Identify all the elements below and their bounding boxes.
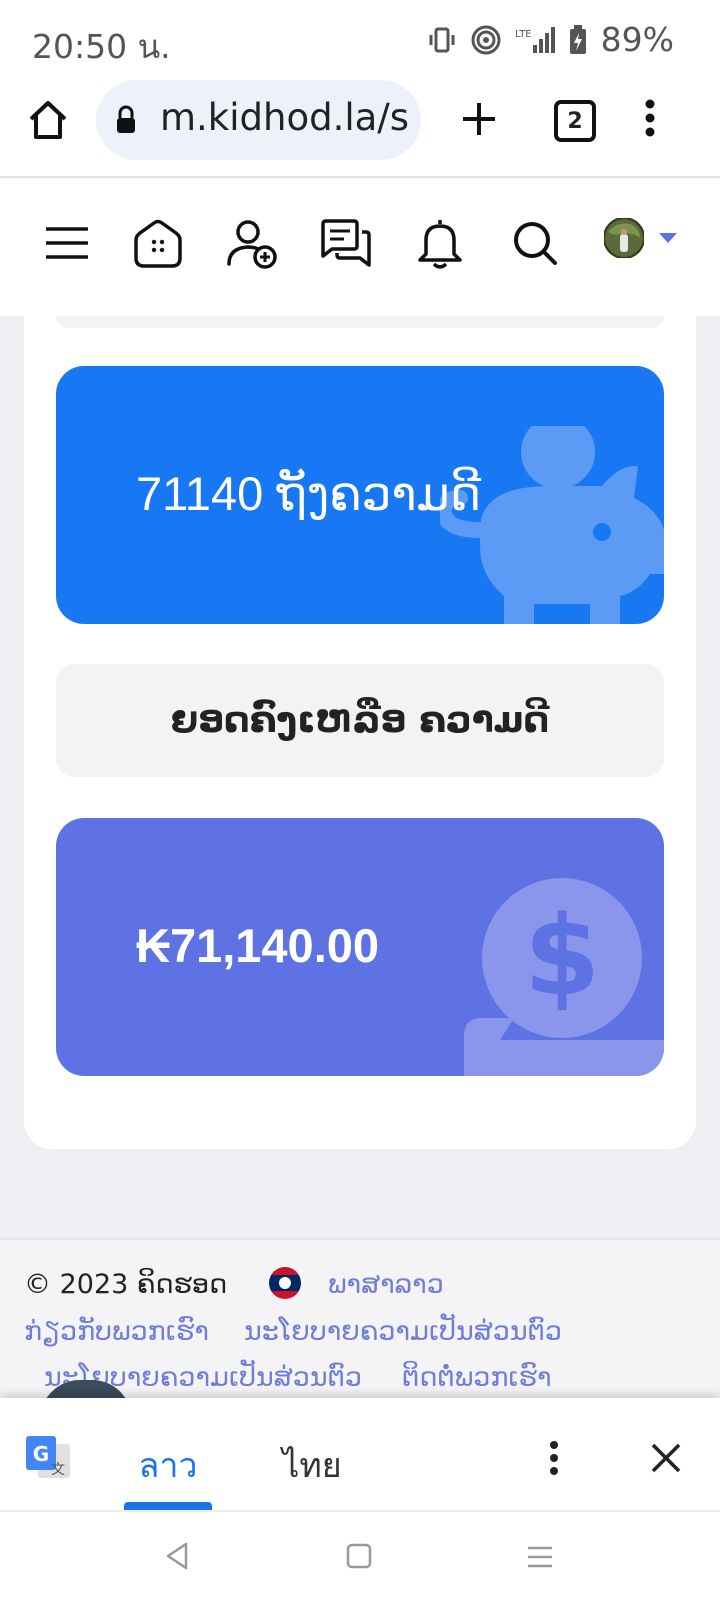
points-label: 71140 ຖັງຄວາມດີ	[136, 467, 482, 520]
target-language-label: ไทย	[282, 1446, 342, 1486]
balance-header-text: ຍອດຄົງເຫລືອ ຄວາມດີ	[170, 700, 550, 741]
lock-icon	[117, 105, 135, 133]
status-icons: LTE 89%	[427, 20, 674, 59]
active-tab-indicator	[124, 1502, 212, 1510]
battery-icon	[569, 24, 586, 54]
svg-text:G: G	[33, 1442, 49, 1466]
add-friend-icon[interactable]	[226, 218, 278, 270]
home-icon[interactable]	[26, 98, 70, 142]
svg-text:$: $	[524, 892, 601, 1020]
search-icon[interactable]	[512, 220, 558, 266]
vibrate-icon	[429, 27, 455, 52]
signal-icon: LTE	[515, 26, 555, 53]
laos-flag-icon	[269, 1267, 301, 1299]
language-link[interactable]: ພາສາລາວ	[328, 1269, 444, 1300]
hotspot-icon	[471, 25, 501, 54]
back-icon[interactable]	[164, 1541, 190, 1571]
dropdown-caret-icon[interactable]	[658, 232, 678, 244]
about-link[interactable]: ກ່ຽວກັບພວກເຮົາ	[24, 1316, 209, 1347]
tab-count: 2	[567, 108, 583, 134]
url-text[interactable]: m.kidhod.la/s	[160, 96, 410, 139]
balance-amount: ₭71,140.00	[136, 919, 380, 972]
battery-percent: 89%	[600, 20, 674, 59]
avatar[interactable]	[604, 218, 644, 258]
tab-source-language[interactable]: ลาว	[124, 1420, 212, 1510]
close-icon[interactable]	[650, 1442, 682, 1474]
status-time: 20:50 น.	[32, 27, 171, 66]
home-square-icon[interactable]	[346, 1543, 372, 1569]
copyright-text: © 2023 ຄິດຮອດ	[24, 1269, 228, 1300]
tab-target-language[interactable]: ไทย	[262, 1420, 362, 1510]
tab-switcher-button[interactable]: 2	[554, 100, 596, 142]
svg-text:LTE: LTE	[515, 29, 532, 40]
previous-item	[56, 316, 664, 328]
recents-icon[interactable]	[526, 1545, 554, 1569]
home-feed-icon[interactable]	[132, 218, 184, 270]
source-language-label: ลาว	[138, 1446, 198, 1486]
new-tab-icon[interactable]	[460, 100, 498, 138]
notifications-icon[interactable]	[416, 216, 464, 270]
balance-header: ຍອດຄົງເຫລືອ ຄວາມດີ	[56, 664, 664, 777]
piggy-bank-icon	[440, 426, 664, 624]
more-options-icon[interactable]	[640, 98, 660, 138]
contact-link[interactable]: ຕິດຕໍ່ພວກເຮົາ	[402, 1362, 552, 1393]
svg-text:文: 文	[51, 1462, 65, 1478]
dollar-coin-icon: $	[464, 878, 664, 1076]
google-translate-icon: G 文	[26, 1436, 70, 1478]
points-card: 71140 ຖັງຄວາມດີ	[56, 366, 664, 624]
privacy-link[interactable]: ນະໂຍບາຍຄວາມເປັນສ່ວນຕົວ	[244, 1316, 562, 1347]
balance-card: $ ₭71,140.00	[56, 818, 664, 1076]
translate-options-icon[interactable]	[546, 1440, 562, 1476]
messages-icon[interactable]	[320, 218, 372, 270]
menu-icon[interactable]	[46, 225, 88, 261]
